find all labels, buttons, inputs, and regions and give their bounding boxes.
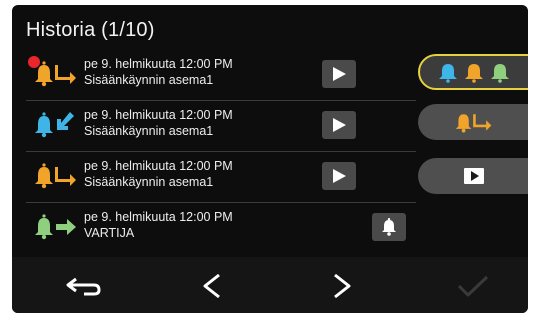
list-item[interactable]: pe 9. helmikuuta 12:00 PM Sisäänkäynnin … (26, 152, 416, 203)
history-list: pe 9. helmikuuta 12:00 PM Sisäänkäynnin … (26, 50, 416, 253)
filter-all-button[interactable] (418, 54, 528, 90)
play-button[interactable] (322, 162, 356, 190)
bell-icon (382, 218, 396, 236)
list-item[interactable]: pe 9. helmikuuta 12:00 PM Sisäänkäynnin … (26, 50, 416, 101)
video-play-icon (464, 168, 484, 184)
page-title: Historia (1/10) (26, 19, 155, 41)
missed-call-icon (35, 61, 76, 87)
screen: Historia (1/10) pe 9. helmikuuta 12:00 P… (12, 5, 528, 313)
next-button[interactable] (317, 269, 367, 303)
chevron-left-icon (203, 273, 220, 299)
back-icon (66, 277, 101, 296)
event-text: pe 9. helmikuuta 12:00 PM Sisäänkäynnin … (84, 107, 233, 139)
event-date: pe 9. helmikuuta 12:00 PM (84, 159, 233, 173)
previous-button[interactable] (187, 269, 237, 303)
event-text: pe 9. helmikuuta 12:00 PM Sisäänkäynnin … (84, 56, 233, 88)
confirm-button[interactable] (448, 269, 498, 303)
event-date: pe 9. helmikuuta 12:00 PM (84, 57, 233, 71)
missed-call-icon (35, 163, 76, 189)
bell-button[interactable] (372, 213, 406, 241)
outgoing-call-icon (35, 214, 76, 240)
play-icon (333, 67, 346, 81)
incoming-call-icon (35, 112, 74, 138)
event-text: pe 9. helmikuuta 12:00 PM VARTIJA (84, 209, 233, 241)
play-icon (333, 169, 346, 183)
event-date: pe 9. helmikuuta 12:00 PM (84, 108, 233, 122)
event-source: Sisäänkäynnin asema1 (84, 73, 214, 87)
bottom-nav (12, 257, 528, 313)
back-button[interactable] (59, 269, 109, 303)
event-source: VARTIJA (84, 226, 135, 240)
play-button[interactable] (322, 111, 356, 139)
event-source: Sisäänkäynnin asema1 (84, 175, 214, 189)
event-date: pe 9. helmikuuta 12:00 PM (84, 210, 233, 224)
filter-recorded-button[interactable] (418, 158, 528, 194)
checkmark-icon (457, 275, 489, 297)
list-item[interactable]: pe 9. helmikuuta 12:00 PM Sisäänkäynnin … (26, 101, 416, 152)
play-button[interactable] (322, 60, 356, 88)
missed-call-icon (455, 114, 492, 133)
filter-missed-button[interactable] (418, 104, 528, 140)
play-icon (333, 118, 346, 132)
list-item[interactable]: pe 9. helmikuuta 12:00 PM VARTIJA (26, 203, 416, 253)
event-text: pe 9. helmikuuta 12:00 PM Sisäänkäynnin … (84, 158, 233, 190)
chevron-right-icon (334, 273, 351, 299)
all-calls-icon (439, 64, 509, 83)
event-source: Sisäänkäynnin asema1 (84, 124, 214, 138)
